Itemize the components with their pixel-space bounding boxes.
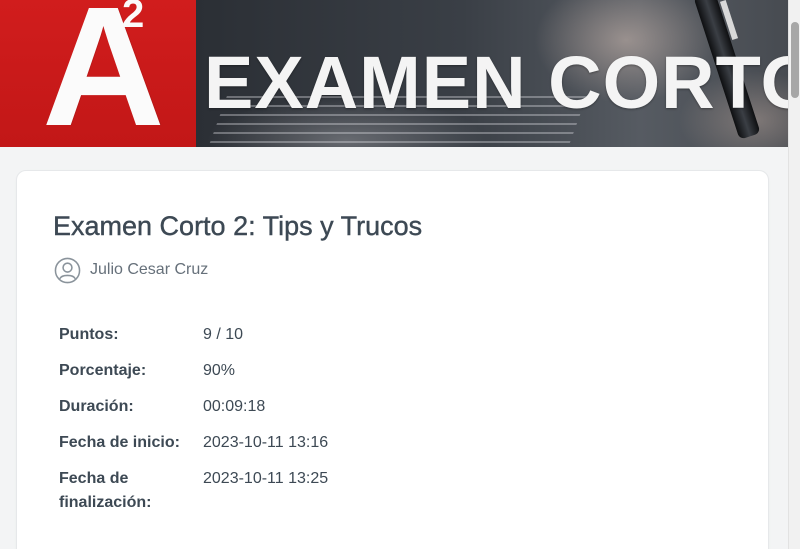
row-label: Duración: [59,398,134,415]
page: A 2 EXAMEN CORTO Examen Corto 2: Tips y … [0,0,800,549]
row-value: 9 / 10 [203,326,244,343]
row-value: 2023-10-11 13:16 [203,434,329,451]
table-row: Porcentaje: 90% [57,355,328,391]
header-banner: A 2 EXAMEN CORTO [0,0,788,147]
exam-result-card: Examen Corto 2: Tips y Trucos Julio Cesa… [16,170,769,549]
user-avatar-icon [54,257,81,283]
row-label: Puntos: [59,326,119,343]
table-row: Fecha de inicio: 2023-10-11 13:16 [57,427,328,463]
row-label: Porcentaje: [59,362,147,379]
logo-letter: A [42,0,165,147]
row-label: Fecha de inicio: [59,434,180,451]
author-name: Julio Cesar Cruz [90,261,209,278]
row-value: 2023-10-11 13:25 [203,470,329,487]
logo-superscript: 2 [122,0,145,36]
results-table: Puntos: 9 / 10 Porcentaje: 90% Duración:… [57,319,328,523]
table-row: Fecha de finalización: 2023-10-11 13:25 [57,463,328,523]
row-value: 90% [203,362,236,379]
author: Julio Cesar Cruz [54,256,208,284]
logo-panel: A 2 [0,0,196,147]
table-row: Duración: 00:09:18 [57,391,328,427]
exam-title: Examen Corto 2: Tips y Trucos [53,211,423,241]
banner-title: EXAMEN CORTO [204,41,788,124]
vertical-scrollbar[interactable] [788,0,800,549]
row-label: Fecha de finalización: [59,470,152,511]
scroll-thumb[interactable] [791,22,799,98]
row-value: 00:09:18 [203,398,266,415]
table-row: Puntos: 9 / 10 [57,319,328,355]
